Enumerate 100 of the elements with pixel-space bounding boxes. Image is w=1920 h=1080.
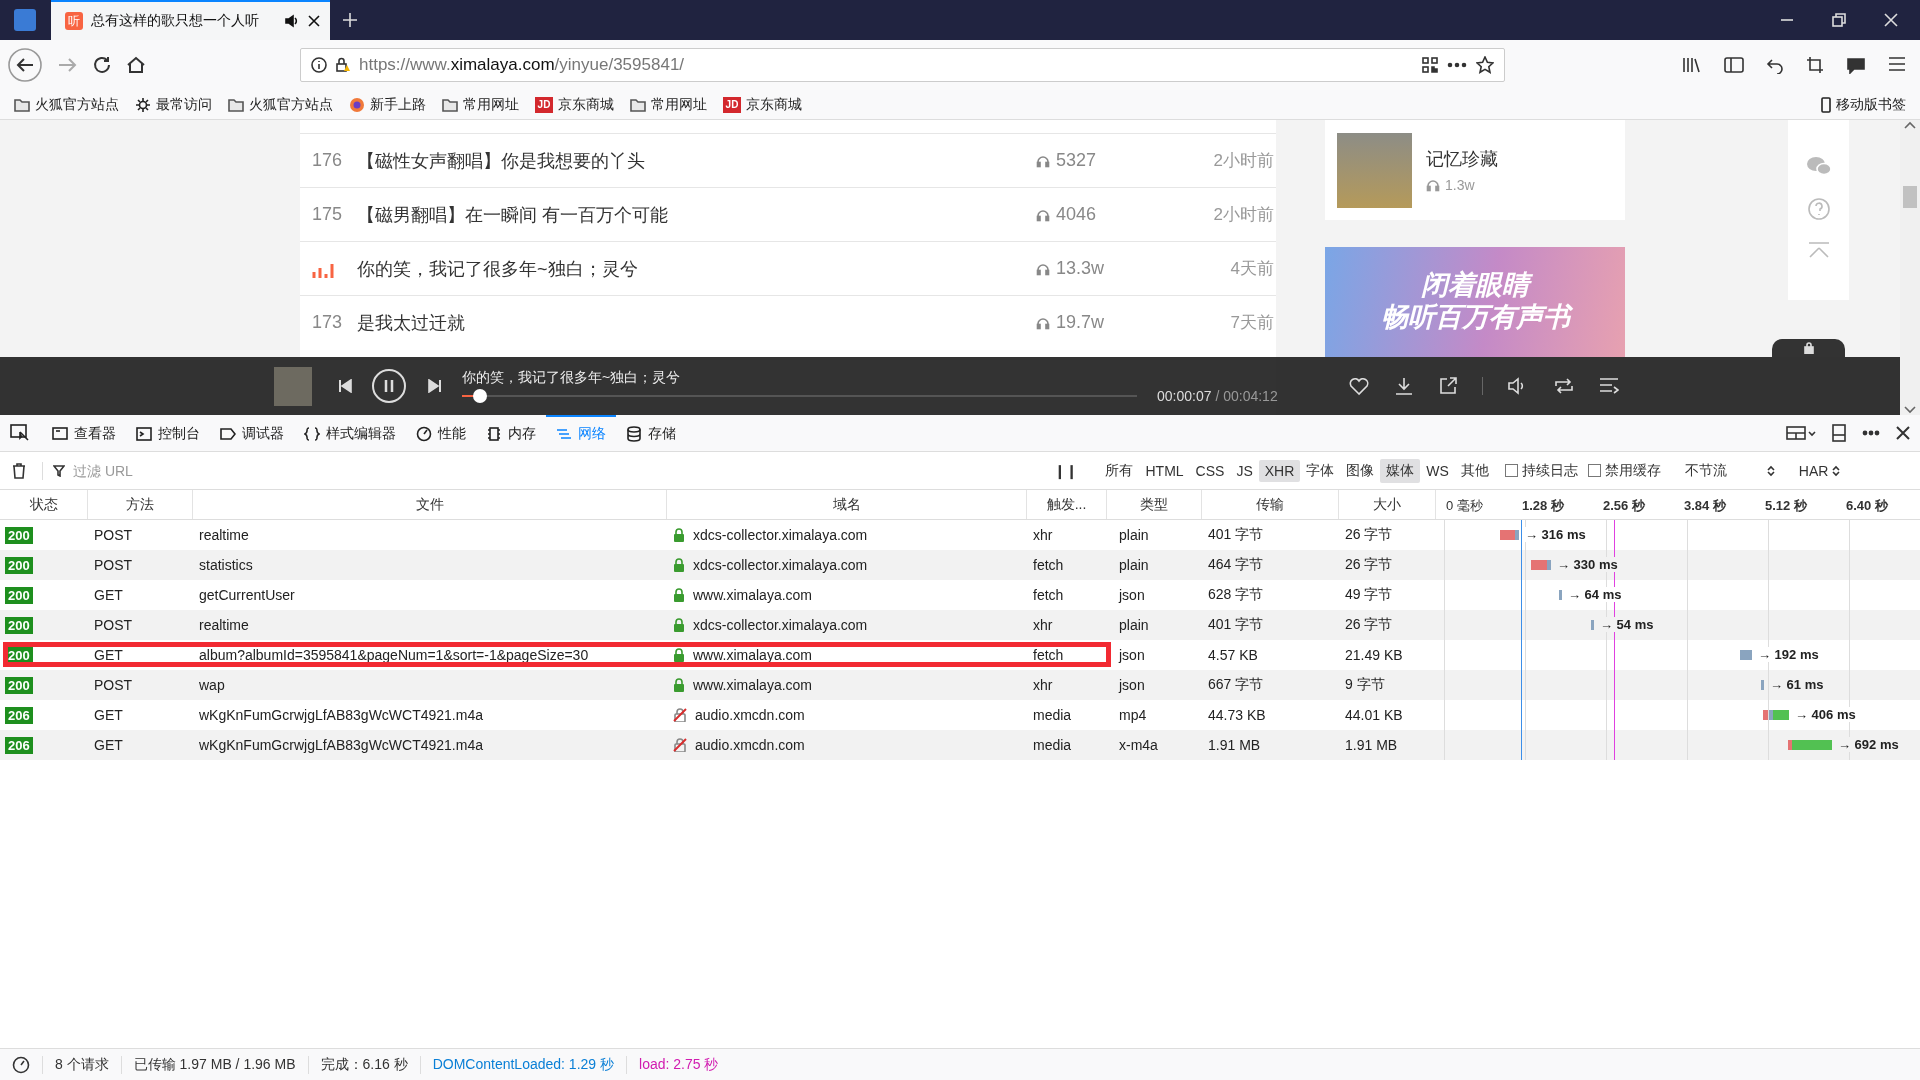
timing-label: → 61 ms <box>1770 677 1824 692</box>
bookmark-item[interactable]: 常用网址 <box>630 95 707 114</box>
bookmark-item[interactable]: 火狐官方站点 <box>228 95 333 114</box>
column-header[interactable]: 传输 <box>1256 495 1284 514</box>
column-header[interactable]: 文件 <box>415 495 444 514</box>
checkbox[interactable] <box>1587 464 1601 477</box>
column-header[interactable]: 状态 <box>29 495 58 514</box>
column-header[interactable]: 域名 <box>832 495 861 514</box>
column-header[interactable]: 触发... <box>1046 495 1087 514</box>
back-icon[interactable] <box>8 48 42 82</box>
devtools-tab[interactable]: 内存 <box>476 415 546 451</box>
speaker-icon[interactable] <box>284 13 300 29</box>
type-filter-button[interactable]: 其他 <box>1454 458 1495 483</box>
devtools-tab[interactable]: 查看器 <box>42 415 126 451</box>
warning-lock-icon[interactable] <box>335 57 351 73</box>
bookmark-item[interactable]: 常用网址 <box>442 95 519 114</box>
share-icon[interactable] <box>1437 376 1458 396</box>
browser-tab[interactable]: 听 总有这样的歌只想一个人听 <box>51 0 330 40</box>
throttle-dropdown[interactable]: 不节流 <box>1678 460 1781 481</box>
track-row[interactable]: 176 【磁性女声翻唱】你是我想要的丫头 5327 2小时前 <box>300 133 1276 187</box>
checkbox[interactable] <box>1504 464 1518 477</box>
type-filter-button[interactable]: CSS <box>1189 459 1231 482</box>
type-filter-button[interactable]: 媒体 <box>1380 458 1421 483</box>
heart-icon[interactable] <box>1347 376 1370 396</box>
qr-code-icon[interactable] <box>1422 57 1438 73</box>
repeat-icon[interactable] <box>1552 376 1575 396</box>
column-header[interactable]: 类型 <box>1140 495 1168 514</box>
bookmark-item[interactable]: 火狐官方站点 <box>14 95 119 114</box>
trash-icon[interactable] <box>12 462 26 479</box>
timing-bar <box>1761 680 1764 690</box>
progress-handle[interactable] <box>473 389 488 403</box>
layout-icon[interactable] <box>1786 425 1816 441</box>
type-filter-button[interactable]: HTML <box>1139 459 1190 482</box>
headphone-icon <box>1036 315 1050 330</box>
status-code: 200 <box>5 616 33 634</box>
dock-icon[interactable] <box>1832 424 1846 442</box>
type-cell: plain <box>1119 617 1149 633</box>
download-icon[interactable] <box>1393 376 1414 396</box>
performance-icon[interactable] <box>12 1055 30 1074</box>
scrollbar-thumb[interactable] <box>1903 186 1917 208</box>
plus-icon[interactable] <box>342 12 358 28</box>
load-time: load: 2.75 秒 <box>626 1055 731 1074</box>
restore-icon[interactable] <box>1832 13 1846 27</box>
previous-icon[interactable] <box>338 379 352 393</box>
more-icon[interactable] <box>1862 430 1880 436</box>
scroll-down-icon[interactable] <box>1904 405 1916 415</box>
playlist-icon[interactable] <box>1598 377 1619 395</box>
braces-icon <box>304 426 320 442</box>
domain-cell: audio.xmcdn.com <box>695 707 805 723</box>
next-icon[interactable] <box>428 379 442 393</box>
updown-icon <box>1766 464 1775 477</box>
close-icon[interactable] <box>308 15 320 27</box>
filter-url-field[interactable]: 过滤 URL <box>71 461 375 480</box>
bookmark-item[interactable]: JD 京东商城 <box>723 95 802 114</box>
bookmark-item[interactable]: JD 京东商城 <box>535 95 614 114</box>
phone-icon <box>1821 96 1831 113</box>
chat-bubble-icon[interactable] <box>1846 56 1866 74</box>
pause-button[interactable] <box>372 369 406 403</box>
track-row[interactable]: 175 【磁男翻唱】在一瞬间 有一百万个可能 4046 2小时前 <box>300 187 1276 241</box>
close-icon[interactable] <box>1896 426 1910 440</box>
type-filter-button[interactable]: 所有 <box>1099 458 1140 483</box>
player-lock-tab[interactable] <box>1772 339 1845 357</box>
domain-cell: www.ximalaya.com <box>693 587 813 603</box>
devtools-tab[interactable]: 调试器 <box>210 415 294 451</box>
devtools-tab[interactable]: 样式编辑器 <box>294 415 406 451</box>
column-header[interactable]: 大小 <box>1373 495 1401 514</box>
reload-icon[interactable] <box>92 55 112 75</box>
page-scrollbar[interactable] <box>1900 120 1920 415</box>
track-row[interactable]: 173 是我太过迁就 19.7w 7天前 <box>300 295 1276 349</box>
devtools-tab[interactable]: 控制台 <box>126 415 210 451</box>
size-cell: 26 字节 <box>1345 616 1393 634</box>
bookmark-item[interactable]: 最常访问 <box>135 95 212 114</box>
column-header[interactable]: 方法 <box>126 495 154 514</box>
address-bar[interactable]: https://www.ximalaya.com/yinyue/3595841/ <box>300 48 1505 82</box>
type-filter-button[interactable]: XHR <box>1258 459 1301 482</box>
star-icon[interactable] <box>1476 56 1494 74</box>
scroll-up-icon[interactable] <box>1904 120 1916 130</box>
total-time: / 00:04:12 <box>1215 388 1278 404</box>
library-icon[interactable] <box>1682 56 1702 74</box>
info-icon[interactable] <box>311 57 327 73</box>
bookmark-item[interactable]: 新手上路 <box>349 95 426 114</box>
mobile-bookmarks[interactable]: 移动版书签 <box>1821 95 1906 114</box>
devtools-tab[interactable]: 网络 <box>546 415 616 451</box>
method-cell: GET <box>94 587 123 603</box>
type-filter-button[interactable]: JS <box>1230 459 1259 482</box>
home-icon[interactable] <box>126 55 146 75</box>
crop-icon[interactable] <box>1806 56 1824 74</box>
sidebar-icon[interactable] <box>1724 56 1744 74</box>
devtools-tab[interactable]: 性能 <box>406 415 476 451</box>
type-filter-button[interactable]: 图像 <box>1340 458 1381 483</box>
element-picker-icon[interactable] <box>10 424 30 442</box>
menu-icon[interactable] <box>1888 56 1906 72</box>
har-dropdown[interactable]: HAR <box>1792 461 1847 480</box>
type-filter-button[interactable]: WS <box>1420 459 1455 482</box>
undo-icon[interactable] <box>1766 56 1784 74</box>
devtools-tab[interactable]: 存储 <box>616 415 686 451</box>
pause-button[interactable]: ❙❙ <box>1048 461 1084 480</box>
track-row[interactable]: 你的笑，我记了很多年~独白；灵兮 13.3w 4天前 <box>300 241 1276 295</box>
album-card[interactable]: 记忆珍藏 1.3w <box>1325 120 1625 220</box>
type-filter-button[interactable]: 字体 <box>1300 458 1341 483</box>
